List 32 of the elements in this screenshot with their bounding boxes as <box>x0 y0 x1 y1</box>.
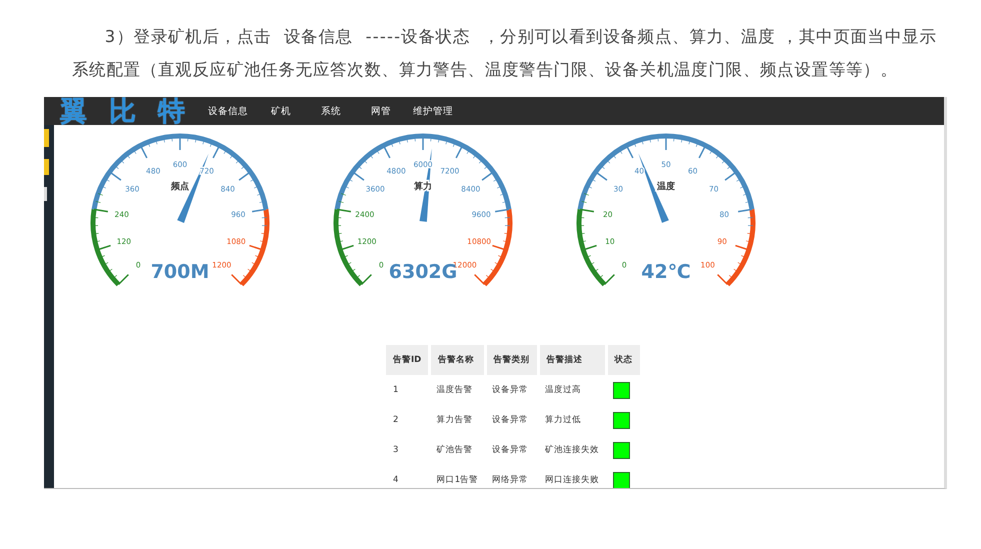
table-cell: 1 <box>386 375 430 405</box>
logo: 翼比特 <box>60 97 208 129</box>
table-cell-text: 网口连接失败 <box>544 474 600 487</box>
table-cell-text: 矿池告警 <box>436 444 474 457</box>
table-cell: 温度过高 <box>538 375 606 405</box>
table-cell-text: 3 <box>392 444 400 457</box>
column-header: 告警ID <box>386 345 430 375</box>
gauge-title: 频点 <box>171 182 189 192</box>
column-header: 告警类别 <box>485 345 538 375</box>
nav-item[interactable]: 网管 <box>371 104 391 118</box>
table-cell-text: 网口1告警 <box>436 474 480 487</box>
nav-item[interactable]: 矿机 <box>271 104 291 118</box>
gauge-title: 温度 <box>657 182 675 192</box>
table-cell-text: 网络异常 <box>491 474 530 487</box>
table-cell-text: 矿池连接失效 <box>544 444 600 457</box>
gauge-reading: 42℃ <box>641 261 691 283</box>
nav-item[interactable]: 设备信息 <box>208 104 248 118</box>
column-header: 状态 <box>606 345 642 375</box>
gauge-reading: 700M <box>150 261 210 283</box>
table-cell-text: 2 <box>392 414 400 427</box>
article-paragraph: 3）登录矿机后，点击 设备信息 -----设备状态 ，分别可以看到设备频点、算力、温度 ，其中页面当中显示系统配置（直观反应矿池任务无应答次数、算力警告、温度警告门限、设备关机温度门限、频点设置等等）。 <box>72 26 938 81</box>
column-header: 告警描述 <box>538 345 606 375</box>
table-cell: 温度告警 <box>430 375 486 405</box>
nav-item[interactable]: 维护管理 <box>413 104 453 118</box>
table-cell: 设备异常 <box>485 375 538 405</box>
table-cell-text: 算力过低 <box>544 414 582 427</box>
table-cell-text: 设备异常 <box>491 444 530 457</box>
table-cell-text: 算力告警 <box>436 414 474 427</box>
column-header: 告警名称 <box>430 345 486 375</box>
table-cell-text: 4 <box>392 474 400 487</box>
nav-item[interactable]: 系统 <box>321 104 341 118</box>
table-cell-text: 设备异常 <box>491 414 530 427</box>
